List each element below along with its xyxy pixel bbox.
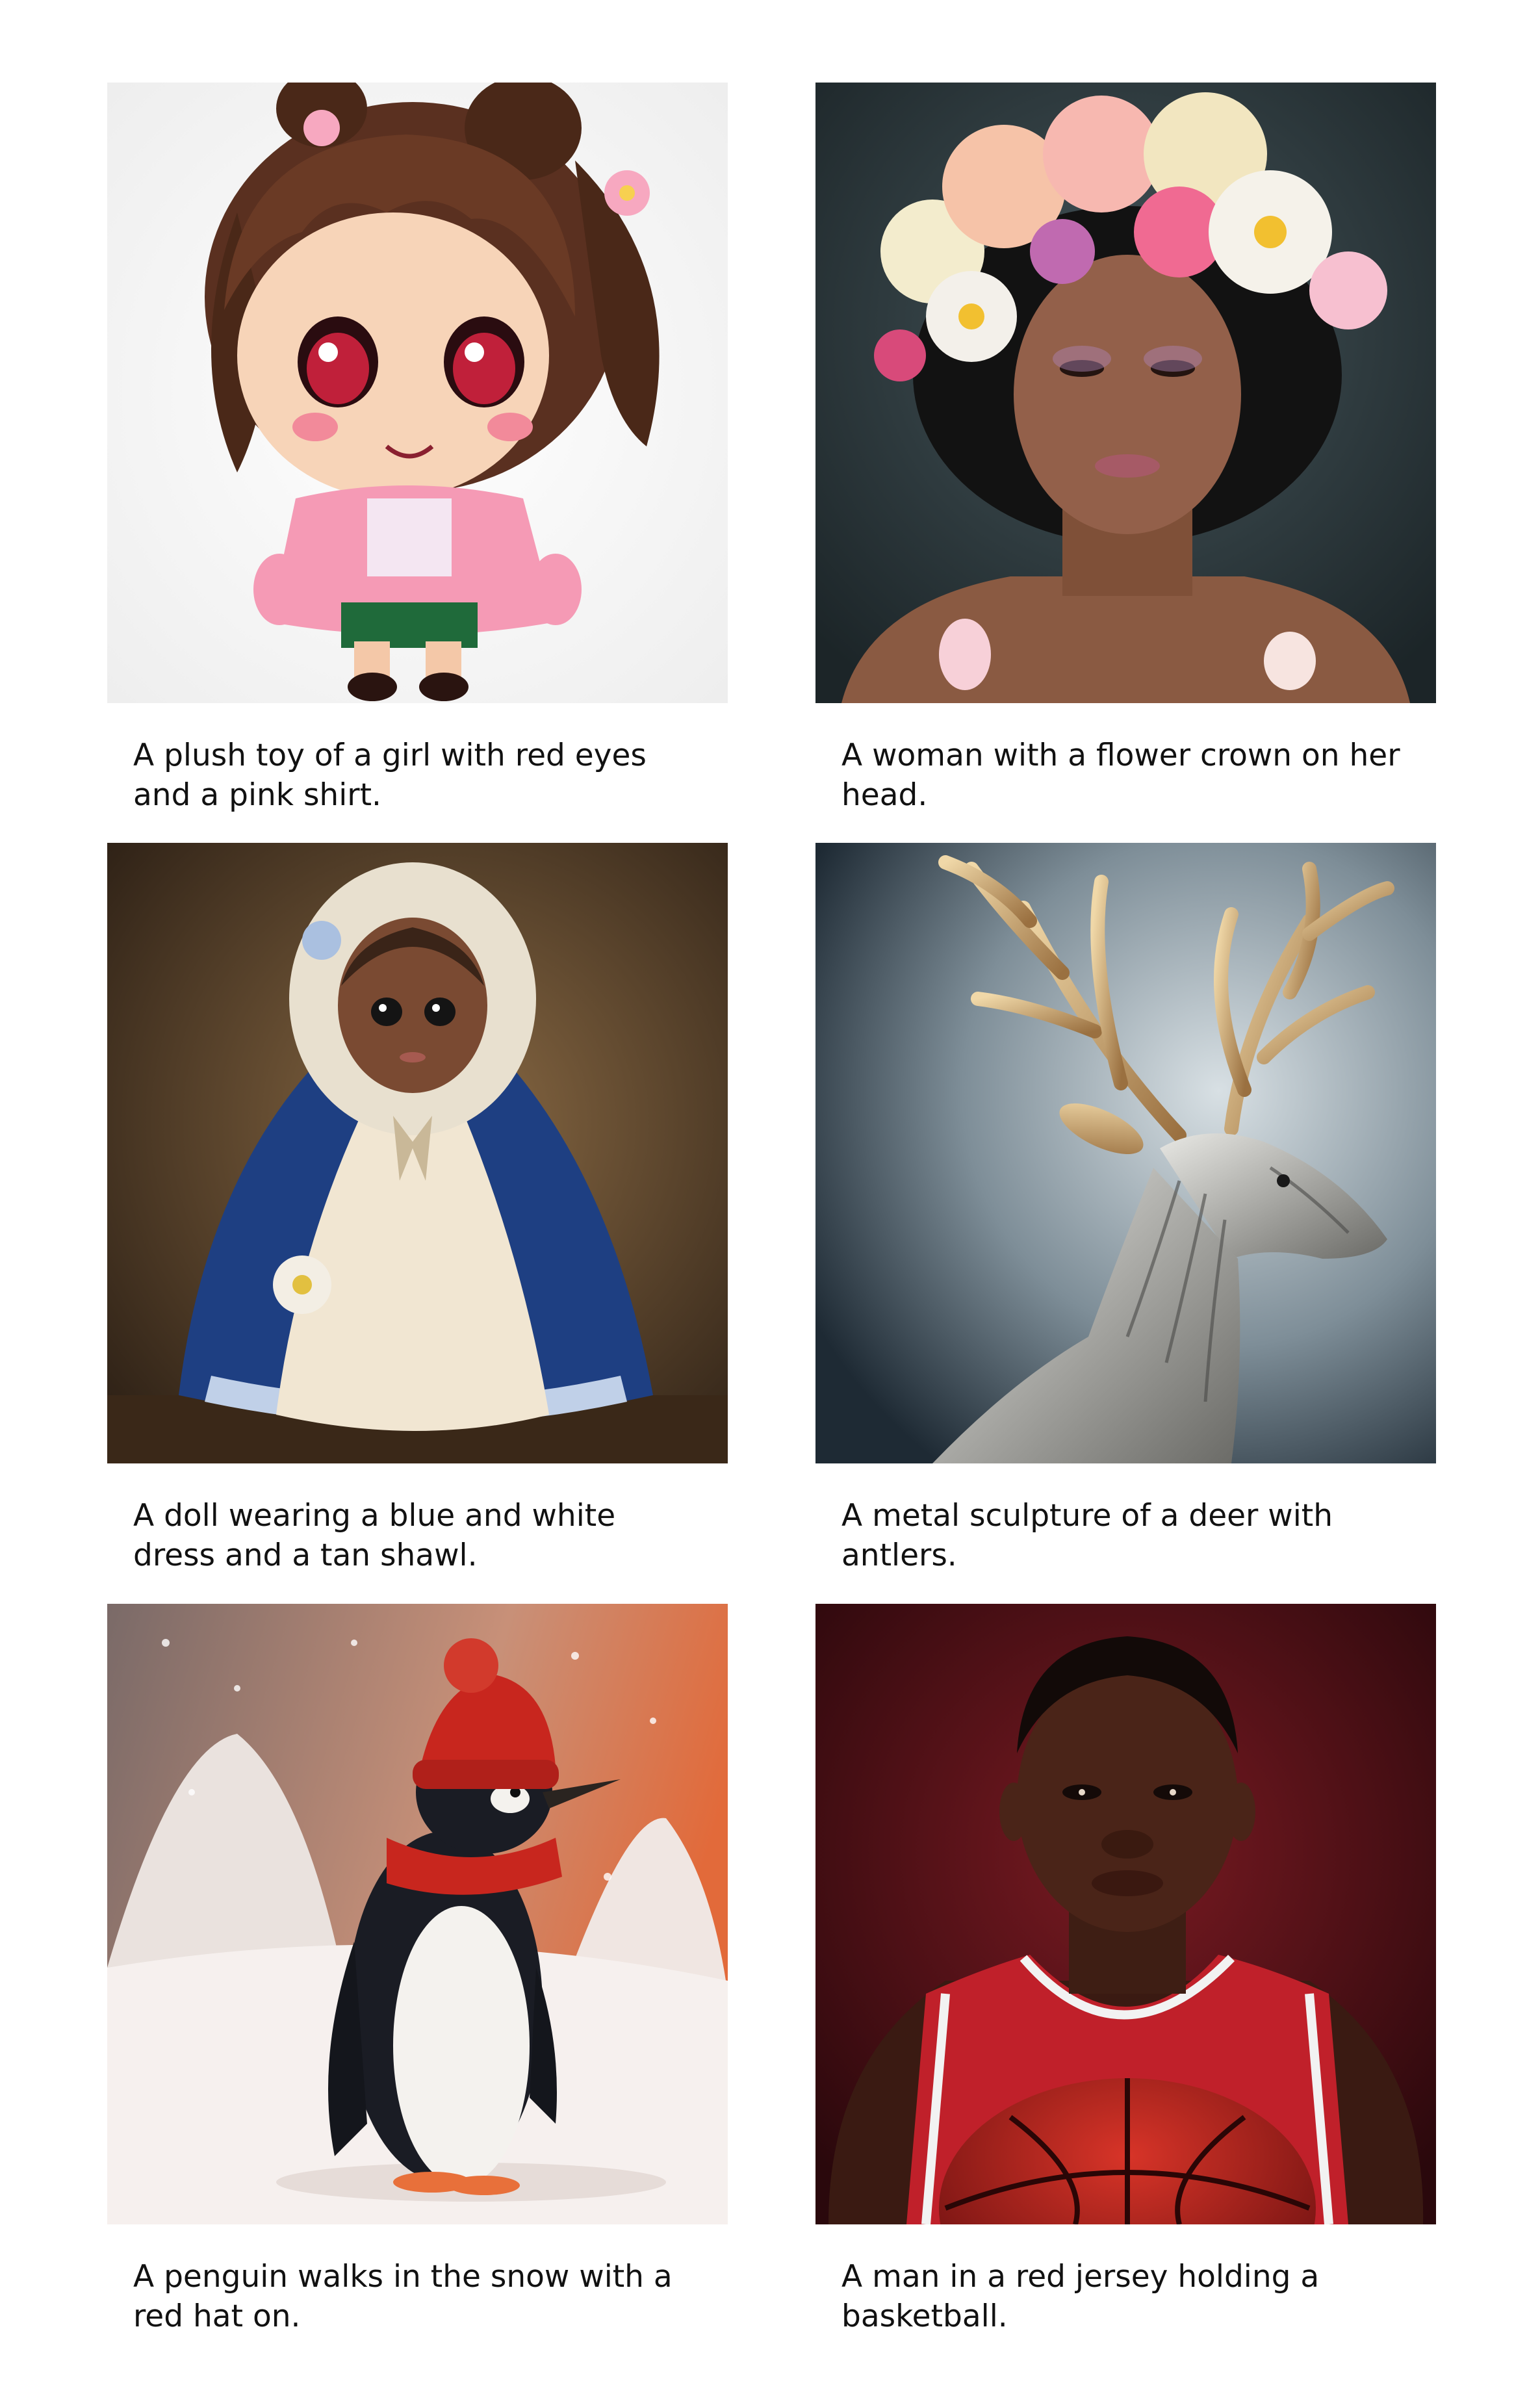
plush-toy-girl-image	[107, 83, 728, 703]
image-caption: A plush toy of a girl with red eyes and …	[133, 738, 647, 813]
penguin-red-hat-snow-image	[107, 1604, 728, 2224]
image-caption: A woman with a flower crown on her head.	[841, 738, 1400, 813]
image-caption: A penguin walks in the snow with a red h…	[133, 2259, 673, 2334]
woman-flower-crown-image	[815, 83, 1436, 703]
metal-deer-sculpture-image	[815, 843, 1436, 1463]
basketball-player-red-jersey-image	[815, 1604, 1436, 2224]
image-caption: A doll wearing a blue and white dress an…	[133, 1498, 616, 1573]
image-caption: A man in a red jersey holding a basketba…	[841, 2259, 1320, 2334]
doll-blue-white-dress-image	[107, 843, 728, 1463]
image-caption: A metal sculpture of a deer with antlers…	[841, 1498, 1333, 1573]
